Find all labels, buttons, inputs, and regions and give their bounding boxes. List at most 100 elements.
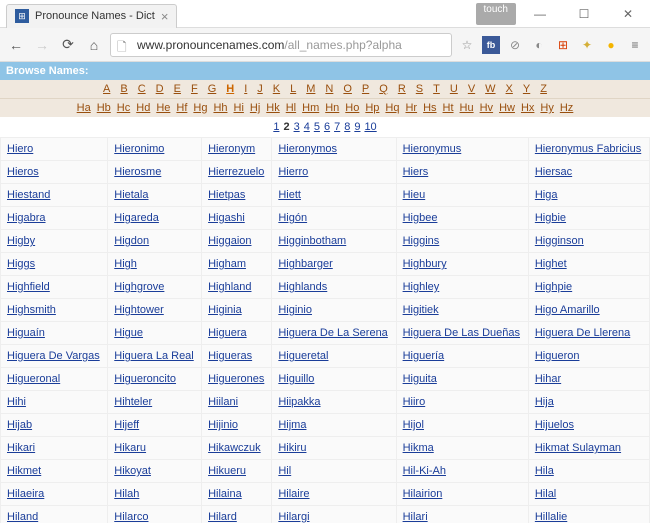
name-link[interactable]: Highpie [535, 281, 572, 293]
name-link[interactable]: Higby [7, 235, 35, 247]
alpha-link-F[interactable]: F [191, 83, 198, 95]
sub-link-Hw[interactable]: Hw [499, 102, 515, 114]
name-link[interactable]: Higitiek [403, 304, 439, 316]
ext-icon-3[interactable]: ✦ [578, 36, 596, 54]
name-link[interactable]: Hikoyat [114, 465, 151, 477]
name-link[interactable]: Hijab [7, 419, 32, 431]
name-link[interactable]: Higbee [403, 212, 438, 224]
name-link[interactable]: Higabra [7, 212, 46, 224]
name-link[interactable]: Higa [535, 189, 558, 201]
name-link[interactable]: Hijol [403, 419, 424, 431]
page-link-10[interactable]: 10 [364, 121, 376, 133]
alpha-link-L[interactable]: L [290, 83, 296, 95]
name-link[interactable]: Hieros [7, 166, 39, 178]
name-link[interactable]: Higbie [535, 212, 566, 224]
name-link[interactable]: Hillalie [535, 511, 567, 523]
sub-link-Hz[interactable]: Hz [560, 102, 573, 114]
page-link-9[interactable]: 9 [354, 121, 360, 133]
name-link[interactable]: Hikmat Sulayman [535, 442, 621, 454]
name-link[interactable]: Higueretal [278, 350, 328, 362]
name-link[interactable]: Highet [535, 258, 567, 270]
sub-link-Hf[interactable]: Hf [176, 102, 187, 114]
name-link[interactable]: Highlands [278, 281, 327, 293]
alpha-link-V[interactable]: V [468, 83, 475, 95]
star-icon[interactable]: ☆ [458, 36, 476, 54]
page-link-1[interactable]: 1 [273, 121, 279, 133]
name-link[interactable]: Higueroncito [114, 373, 176, 385]
name-link[interactable]: Hilarco [114, 511, 148, 523]
alpha-link-C[interactable]: C [138, 83, 146, 95]
alpha-link-U[interactable]: U [450, 83, 458, 95]
window-maximize-button[interactable]: ☐ [562, 3, 606, 25]
page-link-5[interactable]: 5 [314, 121, 320, 133]
sub-link-Hs[interactable]: Hs [423, 102, 436, 114]
name-link[interactable]: Highfield [7, 281, 50, 293]
ext-icon-4[interactable]: ● [602, 36, 620, 54]
name-link[interactable]: Hikiru [278, 442, 306, 454]
name-link[interactable]: Higuera La Real [114, 350, 194, 362]
page-link-7[interactable]: 7 [334, 121, 340, 133]
name-link[interactable]: Hila [535, 465, 554, 477]
sub-link-Hh[interactable]: Hh [213, 102, 227, 114]
name-link[interactable]: Hiersac [535, 166, 572, 178]
alpha-link-N[interactable]: N [325, 83, 333, 95]
name-link[interactable]: Hilaina [208, 488, 242, 500]
sub-link-Hv[interactable]: Hv [480, 102, 493, 114]
alpha-link-O[interactable]: O [343, 83, 352, 95]
name-link[interactable]: Highley [403, 281, 440, 293]
name-link[interactable]: Hijeff [114, 419, 139, 431]
name-link[interactable]: Hiero [7, 143, 33, 155]
name-link[interactable]: Higón [278, 212, 307, 224]
name-link[interactable]: Hikma [403, 442, 434, 454]
name-link[interactable]: Higareda [114, 212, 159, 224]
name-link[interactable]: Hilard [208, 511, 237, 523]
alpha-link-E[interactable]: E [174, 83, 181, 95]
ext-icon-1[interactable]: ⊘ [506, 36, 524, 54]
alpha-link-B[interactable]: B [120, 83, 127, 95]
name-link[interactable]: Hierrezuelo [208, 166, 264, 178]
page-link-8[interactable]: 8 [344, 121, 350, 133]
name-link[interactable]: Hijma [278, 419, 306, 431]
name-link[interactable]: Hikawczuk [208, 442, 261, 454]
name-link[interactable]: Hieronym [208, 143, 255, 155]
name-link[interactable]: Higuera De Las Dueñas [403, 327, 520, 339]
name-link[interactable]: Hiestand [7, 189, 50, 201]
name-link[interactable]: Hilari [403, 511, 428, 523]
sub-link-Hn[interactable]: Hn [325, 102, 339, 114]
page-link-4[interactable]: 4 [304, 121, 310, 133]
name-link[interactable]: Highbury [403, 258, 447, 270]
tab-close-icon[interactable]: × [161, 9, 169, 24]
alpha-link-X[interactable]: X [506, 83, 513, 95]
name-link[interactable]: Higuera [208, 327, 247, 339]
name-link[interactable]: Hierro [278, 166, 308, 178]
alpha-link-Y[interactable]: Y [523, 83, 530, 95]
name-link[interactable]: Higham [208, 258, 246, 270]
name-link[interactable]: Hiiro [403, 396, 426, 408]
back-button[interactable]: ← [6, 35, 26, 55]
name-link[interactable]: Higuaín [7, 327, 45, 339]
office-icon[interactable]: ⊞ [554, 36, 572, 54]
name-link[interactable]: Higuera De Vargas [7, 350, 100, 362]
alpha-link-A[interactable]: A [103, 83, 110, 95]
name-link[interactable]: Hietala [114, 189, 148, 201]
sub-link-Hi[interactable]: Hi [234, 102, 244, 114]
alpha-link-G[interactable]: G [208, 83, 217, 95]
menu-icon[interactable]: ≡ [626, 36, 644, 54]
name-link[interactable]: Hijinio [208, 419, 238, 431]
alpha-link-K[interactable]: K [273, 83, 280, 95]
sub-link-Hk[interactable]: Hk [266, 102, 279, 114]
name-link[interactable]: Highgrove [114, 281, 164, 293]
name-link[interactable]: Hihi [7, 396, 26, 408]
window-close-button[interactable]: ✕ [606, 3, 650, 25]
sub-link-Hd[interactable]: Hd [136, 102, 150, 114]
sub-link-Hj[interactable]: Hj [250, 102, 260, 114]
sub-link-Hp[interactable]: Hp [365, 102, 379, 114]
name-link[interactable]: Higinio [278, 304, 312, 316]
page-link-3[interactable]: 3 [294, 121, 300, 133]
sub-link-Ht[interactable]: Ht [443, 102, 454, 114]
name-link[interactable]: Higuerones [208, 373, 264, 385]
alpha-link-J[interactable]: J [257, 83, 263, 95]
name-link[interactable]: Higginbotham [278, 235, 346, 247]
name-link[interactable]: Hija [535, 396, 554, 408]
name-link[interactable]: Hikari [7, 442, 35, 454]
